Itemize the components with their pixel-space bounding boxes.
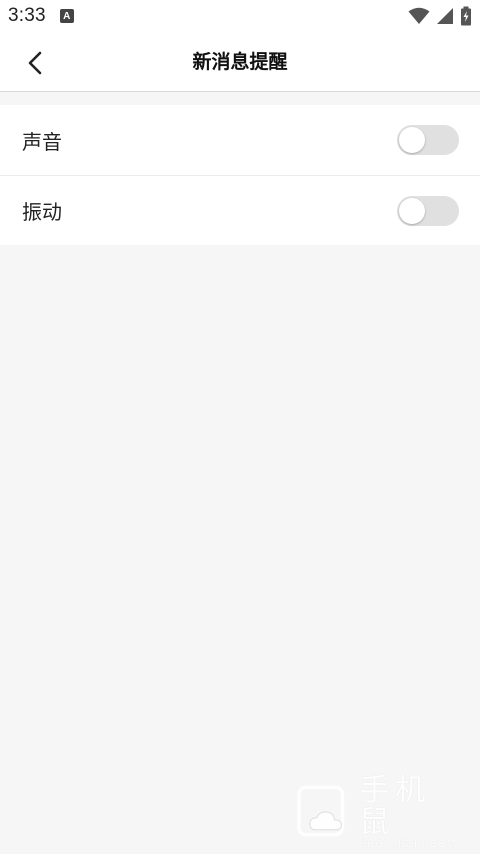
toggle-knob xyxy=(399,197,425,224)
status-bar: 3:33 A xyxy=(0,0,480,32)
notification-icon-letter: A xyxy=(63,10,71,22)
status-time: 3:33 xyxy=(8,5,46,26)
settings-list: 声音 振动 xyxy=(0,105,480,245)
battery-charging-icon xyxy=(461,6,471,26)
vibration-toggle[interactable] xyxy=(397,195,459,226)
signal-icon xyxy=(437,8,453,24)
watermark: 手机鼠 SHOUJISHU.COM xyxy=(296,774,466,850)
setting-label-sound: 声音 xyxy=(22,129,62,154)
page-title: 新消息提醒 xyxy=(192,51,288,73)
watermark-cn: 手机鼠 xyxy=(359,772,432,840)
notification-icon: A xyxy=(59,9,74,23)
setting-row-sound: 声音 xyxy=(0,105,480,175)
watermark-en: SHOUJISHU.COM xyxy=(359,838,457,850)
app-header: 新消息提醒 xyxy=(0,32,480,92)
status-icons xyxy=(408,6,472,26)
toggle-knob xyxy=(399,127,425,153)
wifi-icon xyxy=(408,7,430,24)
sound-toggle[interactable] xyxy=(397,125,459,155)
setting-label-vibration: 振动 xyxy=(22,200,62,224)
watermark-text: 手机鼠 SHOUJISHU.COM xyxy=(359,772,466,850)
setting-row-vibration: 振动 xyxy=(0,175,480,245)
watermark-logo-icon xyxy=(297,785,345,837)
